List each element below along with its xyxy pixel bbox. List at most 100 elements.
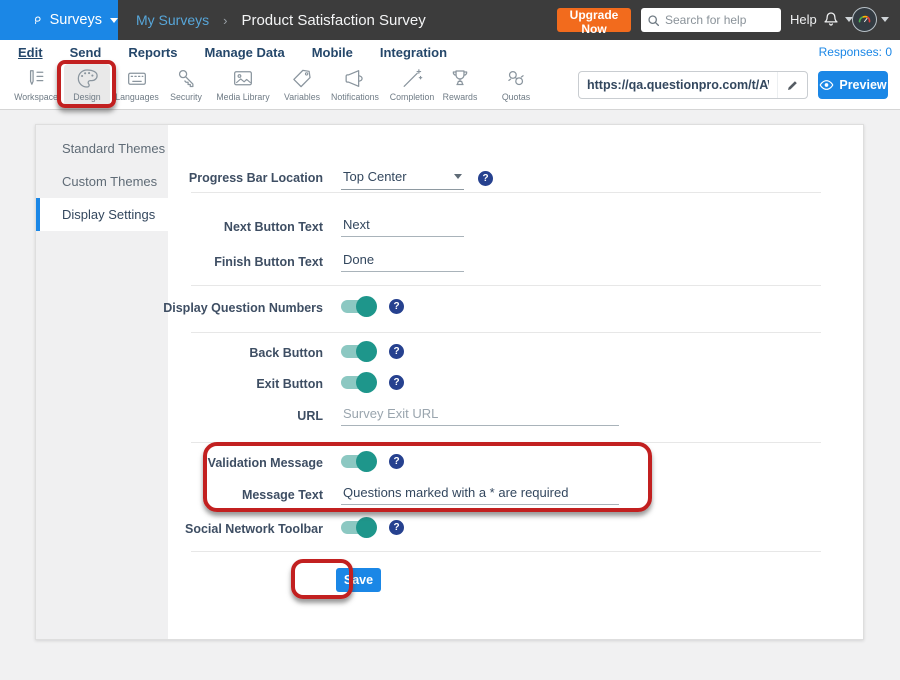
bell-icon bbox=[821, 9, 841, 30]
help-search-box[interactable] bbox=[641, 8, 781, 32]
display-settings-panel: Standard Themes Custom Themes Display Se… bbox=[35, 124, 864, 640]
message-text-label: Message Text bbox=[131, 488, 323, 502]
section-divider bbox=[191, 285, 821, 286]
social-network-toolbar-label: Social Network Toolbar bbox=[131, 522, 323, 536]
search-input[interactable] bbox=[665, 13, 775, 27]
responses-count[interactable]: Responses: 0 bbox=[819, 45, 892, 59]
help-icon[interactable]: ? bbox=[389, 299, 404, 314]
toolbar-item-label: Rewards bbox=[432, 92, 488, 102]
pencil-icon bbox=[786, 79, 799, 92]
help-icon[interactable]: ? bbox=[389, 520, 404, 535]
media-library-icon bbox=[230, 66, 256, 91]
nav-item-manage-data[interactable]: Manage Data bbox=[204, 45, 284, 60]
nav-item-edit[interactable]: Edit bbox=[18, 45, 43, 60]
back-button-toggle[interactable] bbox=[341, 345, 375, 358]
help-icon[interactable]: ? bbox=[389, 344, 404, 359]
notifications-icon bbox=[342, 66, 368, 91]
exit-url-label: URL bbox=[131, 409, 323, 423]
validation-message-toggle[interactable] bbox=[341, 455, 375, 468]
upgrade-now-button[interactable]: Upgrade Now bbox=[557, 8, 631, 32]
progress-bar-location-label: Progress Bar Location bbox=[131, 171, 323, 185]
finish-button-text-label: Finish Button Text bbox=[131, 255, 323, 269]
toolbar-item-quotas[interactable]: Quotas bbox=[490, 66, 542, 102]
brand-menu[interactable]: Surveys bbox=[0, 0, 118, 40]
toolbar-item-media-library[interactable]: Media Library bbox=[210, 66, 276, 102]
nav-item-reports[interactable]: Reports bbox=[128, 45, 177, 60]
questionpro-logo-icon bbox=[32, 9, 42, 31]
sidebar-item-standard-themes[interactable]: Standard Themes bbox=[36, 132, 168, 165]
app-window: Surveys My Surveys › Product Satisfactio… bbox=[0, 0, 900, 680]
next-button-text-label: Next Button Text bbox=[131, 220, 323, 234]
page-title: Product Satisfaction Survey bbox=[241, 12, 425, 29]
finish-button-text-input[interactable] bbox=[341, 250, 464, 272]
toolbar-item-notifications[interactable]: Notifications bbox=[322, 66, 388, 102]
message-text-input[interactable] bbox=[341, 483, 619, 505]
toolbar-item-security[interactable]: Security bbox=[156, 66, 216, 102]
preview-button-label: Preview bbox=[839, 78, 886, 92]
breadcrumb: My Surveys › Product Satisfaction Survey bbox=[136, 0, 426, 40]
toolbar-item-label: Notifications bbox=[322, 92, 388, 102]
nav-item-mobile[interactable]: Mobile bbox=[312, 45, 353, 60]
toolbar-item-rewards[interactable]: Rewards bbox=[432, 66, 488, 102]
search-icon bbox=[647, 14, 660, 27]
save-button[interactable]: Save bbox=[336, 568, 381, 592]
rewards-icon bbox=[447, 66, 473, 91]
completion-icon bbox=[399, 66, 425, 91]
exit-button-label: Exit Button bbox=[131, 377, 323, 391]
help-icon[interactable]: ? bbox=[478, 171, 493, 186]
section-divider bbox=[191, 442, 821, 443]
breadcrumb-separator: › bbox=[223, 13, 227, 28]
preview-button[interactable]: Preview bbox=[818, 71, 888, 99]
back-button-label: Back Button bbox=[131, 346, 323, 360]
toggle-knob bbox=[356, 296, 377, 317]
avatar bbox=[852, 7, 877, 32]
edit-url-button[interactable] bbox=[777, 72, 807, 98]
design-icon bbox=[74, 66, 100, 91]
chevron-down-icon bbox=[881, 17, 889, 22]
quotas-icon bbox=[503, 66, 529, 91]
toggle-knob bbox=[356, 517, 377, 538]
section-divider bbox=[191, 332, 821, 333]
toolbar-item-workspace[interactable]: Workspace bbox=[8, 66, 64, 102]
chevron-down-icon bbox=[110, 18, 118, 23]
toolbar-item-label: Workspace bbox=[8, 92, 64, 102]
toolbar-item-design[interactable]: Design bbox=[64, 64, 110, 106]
display-question-numbers-toggle[interactable] bbox=[341, 300, 375, 313]
survey-nav-menu: Edit Send Reports Manage Data Mobile Int… bbox=[0, 40, 900, 65]
languages-icon bbox=[124, 66, 150, 91]
help-icon[interactable]: ? bbox=[389, 454, 404, 469]
section-divider bbox=[191, 551, 821, 552]
section-divider bbox=[191, 192, 821, 193]
toolbar-item-label: Design bbox=[64, 92, 110, 102]
toggle-knob bbox=[356, 451, 377, 472]
survey-url-input[interactable] bbox=[579, 78, 777, 92]
display-question-numbers-label: Display Question Numbers bbox=[131, 301, 323, 315]
exit-url-input[interactable] bbox=[341, 404, 619, 426]
help-icon[interactable]: ? bbox=[389, 375, 404, 390]
security-icon bbox=[173, 66, 199, 91]
help-link[interactable]: Help bbox=[790, 12, 817, 27]
toolbar-item-label: Media Library bbox=[210, 92, 276, 102]
exit-button-toggle[interactable] bbox=[341, 376, 375, 389]
nav-item-integration[interactable]: Integration bbox=[380, 45, 447, 60]
variables-icon bbox=[289, 66, 315, 91]
gauge-icon bbox=[856, 11, 873, 28]
progress-bar-location-value: Top Center bbox=[343, 169, 407, 184]
nav-item-send[interactable]: Send bbox=[70, 45, 102, 60]
validation-message-label: Validation Message bbox=[131, 456, 323, 470]
next-button-text-input[interactable] bbox=[341, 215, 464, 237]
workspace-icon bbox=[23, 66, 49, 91]
account-menu[interactable] bbox=[852, 7, 889, 32]
toggle-knob bbox=[356, 341, 377, 362]
social-network-toolbar-toggle[interactable] bbox=[341, 521, 375, 534]
top-header-bar: Surveys My Surveys › Product Satisfactio… bbox=[0, 0, 900, 40]
toolbar-item-label: Quotas bbox=[490, 92, 542, 102]
chevron-down-icon bbox=[454, 174, 462, 179]
toggle-knob bbox=[356, 372, 377, 393]
survey-url-field bbox=[578, 71, 808, 99]
notifications-bell-menu[interactable] bbox=[821, 9, 853, 30]
breadcrumb-parent-link[interactable]: My Surveys bbox=[136, 12, 209, 28]
brand-menu-label: Surveys bbox=[50, 12, 102, 28]
progress-bar-location-select[interactable]: Top Center bbox=[341, 167, 464, 190]
eye-icon bbox=[819, 79, 834, 91]
